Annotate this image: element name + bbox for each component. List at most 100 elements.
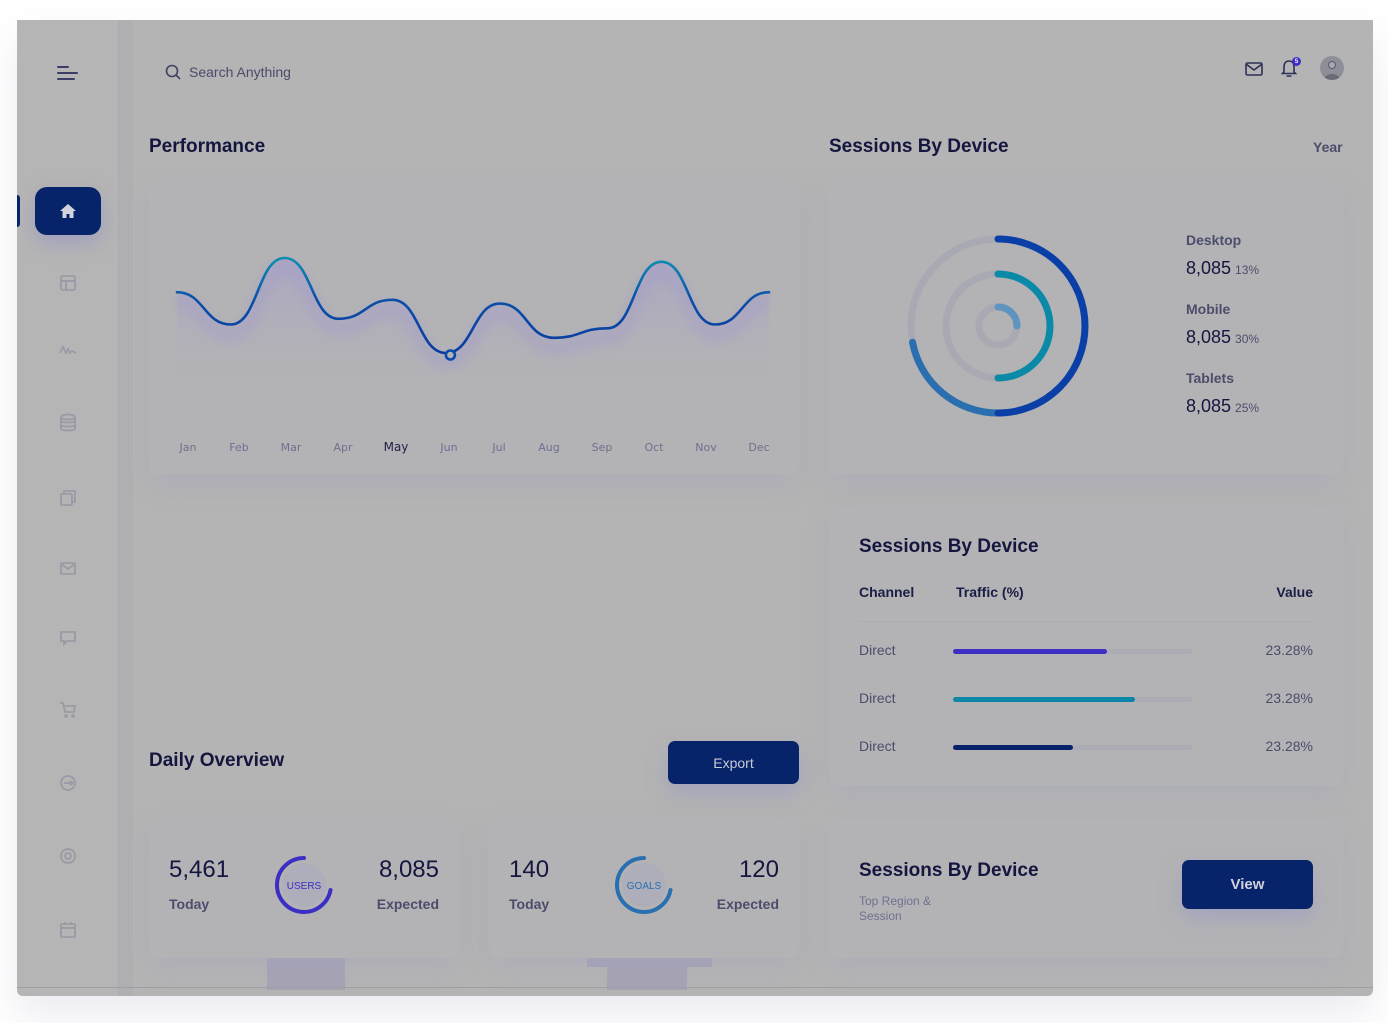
sidebar-item-mail[interactable] <box>55 555 81 581</box>
legend-tablets-label: Tablets <box>1186 370 1234 386</box>
ring-label-users: USERS <box>287 881 322 892</box>
channel-value: 23.28% <box>1265 690 1313 706</box>
channel-value: 23.28% <box>1265 642 1313 658</box>
mobile-pct: 30% <box>1235 332 1260 346</box>
sessions-title: Sessions By Device <box>829 136 1009 157</box>
month-label-sep: Sep <box>592 441 613 454</box>
month-label-feb: Feb <box>229 441 248 454</box>
users-today-label: Today <box>169 896 210 912</box>
mobile-value: 8,085 <box>1186 327 1232 347</box>
sidebar <box>17 20 119 996</box>
tablets-pct: 25% <box>1235 401 1260 415</box>
window-bottom-edge <box>17 987 1373 988</box>
region-title: Sessions By Device <box>859 860 1039 881</box>
stat-card-goals: 140 Today GOALS 120 Expected <box>489 818 799 958</box>
legend-tablets-value: 8,085 25% <box>1186 396 1259 417</box>
month-label-apr: Apr <box>333 441 353 454</box>
performance-card: Jan Feb Mar Apr May Jun Jul Aug Sep Oct Nov Dec <box>149 180 799 475</box>
user-avatar-icon <box>1324 61 1340 80</box>
channel-name: Direct <box>859 738 896 754</box>
legend-desktop-label: Desktop <box>1186 232 1242 248</box>
ring-arc-mobile <box>994 270 1054 382</box>
legend-mobile-value: 8,085 30% <box>1186 327 1259 348</box>
ring-label-goals: GOALS <box>627 881 662 892</box>
sidebar-item-toggle[interactable] <box>55 770 81 796</box>
header-traffic: Traffic (%) <box>956 584 1024 600</box>
goals-expected-label: Expected <box>716 896 779 912</box>
sidebar-item-database[interactable] <box>55 410 81 436</box>
goals-today-label: Today <box>509 896 550 912</box>
month-label-oct: Oct <box>644 441 664 454</box>
tablets-value: 8,085 <box>1186 396 1232 416</box>
sidebar-item-activity[interactable] <box>55 337 81 363</box>
goals-expected-value: 120 <box>738 856 779 883</box>
channel-value: 23.28% <box>1265 738 1313 754</box>
chat-icon <box>60 631 76 647</box>
sidebar-item-copy[interactable] <box>55 485 81 511</box>
traffic-bar-fill <box>953 697 1136 702</box>
stat-card-users: 5,461 Today USERS 8,085 Expected <box>149 818 459 958</box>
goals-today-value: 140 <box>509 856 550 883</box>
sidebar-item-chat[interactable] <box>55 625 81 651</box>
sidebar-item-layout[interactable] <box>55 270 81 296</box>
app-window: 5 Performance Sessions By Device Year <box>17 20 1373 996</box>
avatar[interactable] <box>1320 56 1344 80</box>
header-value: Value <box>1276 584 1313 600</box>
users-ring: USERS <box>275 856 333 914</box>
sidebar-item-calendar[interactable] <box>55 917 81 943</box>
activity-icon <box>59 344 77 356</box>
month-label-dec: Dec <box>748 441 769 454</box>
traffic-bar-fill <box>953 649 1107 654</box>
copy-icon <box>60 490 76 506</box>
channel-table-title: Sessions By Device <box>859 536 1039 557</box>
performance-chart: Jan Feb Mar Apr May Jun Jul Aug Sep Oct Nov Dec <box>175 256 771 454</box>
layout-icon <box>60 275 76 291</box>
cart-icon <box>60 702 77 718</box>
search-input[interactable] <box>189 62 489 82</box>
sessions-donut-chart <box>907 235 1089 417</box>
period-select[interactable]: Year <box>1313 139 1343 155</box>
active-indicator <box>17 195 20 227</box>
performance-title: Performance <box>149 136 266 157</box>
channel-name: Direct <box>859 642 896 658</box>
database-icon <box>60 413 76 432</box>
sidebar-item-target[interactable] <box>55 843 81 869</box>
month-label-may: May <box>384 440 409 454</box>
highlight-point <box>444 349 457 361</box>
toggle-icon <box>60 775 76 791</box>
traffic-bar <box>953 649 1193 654</box>
channel-table-card: Sessions By Device Channel Traffic (%) V… <box>829 506 1343 786</box>
sidebar-item-home[interactable] <box>35 187 101 235</box>
traffic-bar <box>953 745 1193 750</box>
desktop-pct: 13% <box>1235 263 1260 277</box>
month-label-jan: Jan <box>179 441 197 454</box>
mail-icon <box>60 562 76 575</box>
region-subtitle: Top Region & Session <box>859 894 932 923</box>
month-label-jul: Jul <box>491 441 505 454</box>
view-button[interactable]: View <box>1182 860 1313 909</box>
month-label-aug: Aug <box>538 441 559 454</box>
traffic-bar <box>953 697 1193 702</box>
ring-arc-desktop <box>994 235 1089 417</box>
sidebar-item-cart[interactable] <box>55 697 81 723</box>
sessions-device-card: Desktop 8,085 13% Mobile 8,085 30% Tablets… <box>829 180 1343 475</box>
table-divider <box>859 621 1313 622</box>
search-icon <box>165 64 181 80</box>
goals-ring: GOALS <box>615 856 673 914</box>
desktop-value: 8,085 <box>1186 258 1232 278</box>
traffic-bar-fill <box>953 745 1073 750</box>
channel-name: Direct <box>859 690 896 706</box>
home-icon <box>60 204 76 218</box>
daily-overview-title: Daily Overview <box>149 750 285 771</box>
mail-icon[interactable] <box>1245 62 1263 76</box>
users-expected-label: Expected <box>376 896 439 912</box>
month-label-mar: Mar <box>281 441 302 454</box>
users-expected-value: 8,085 <box>378 856 439 883</box>
header-channel: Channel <box>859 584 915 600</box>
month-label-jun: Jun <box>439 441 457 454</box>
menu-icon[interactable] <box>57 65 79 83</box>
month-label-nov: Nov <box>695 441 717 454</box>
legend-mobile-label: Mobile <box>1186 301 1231 317</box>
region-card: Sessions By Device Top Region & Session … <box>829 818 1343 958</box>
export-button[interactable]: Export <box>668 741 799 784</box>
